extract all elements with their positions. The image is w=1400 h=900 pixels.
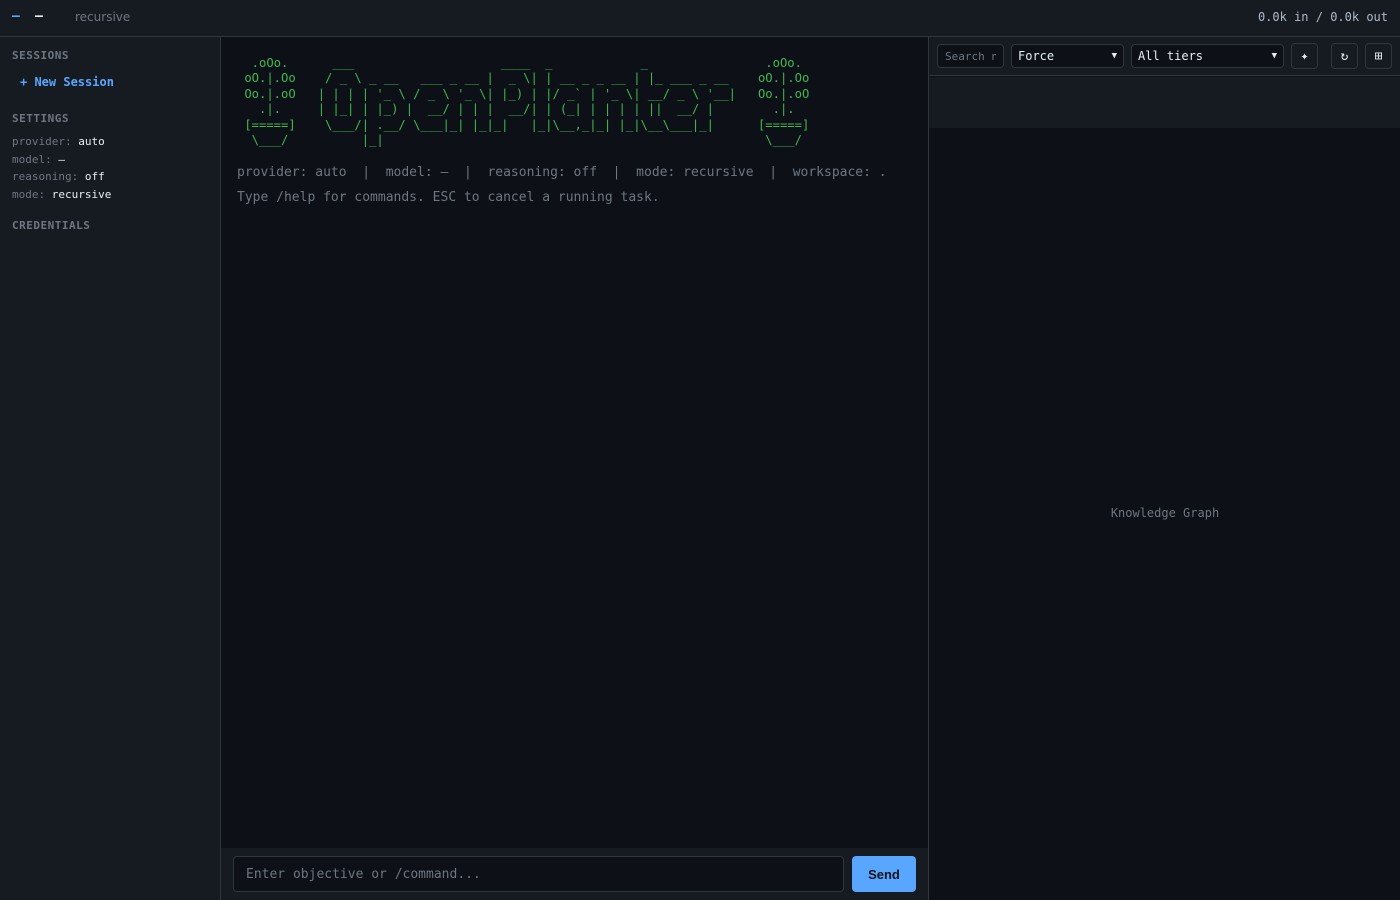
graph-toolbar: Force ▼ All tiers ▼ ✦ ↻ ⊞ xyxy=(929,37,1400,76)
sessions-header: SESSIONS xyxy=(12,49,69,62)
setting-reasoning-key: reasoning: xyxy=(12,170,79,183)
setting-model-key: model: xyxy=(12,153,52,166)
graph-placeholder: Knowledge Graph xyxy=(1110,506,1220,520)
setting-mode[interactable]: mode: recursive xyxy=(12,188,111,201)
knowledge-graph-panel: Force ▼ All tiers ▼ ✦ ↻ ⊞ Knowledge Grap… xyxy=(928,37,1400,900)
new-session-button[interactable]: + New Session xyxy=(20,75,114,89)
graph-search-input[interactable] xyxy=(937,44,1004,68)
chevron-down-icon: ▼ xyxy=(1111,51,1117,61)
setting-mode-value: recursive xyxy=(51,188,112,201)
session-status-line: provider: auto | model: – | reasoning: o… xyxy=(237,165,887,180)
chat-panel: .oOo. ___ ____ _ _ .oOo. oO.|.Oo / _ \ _… xyxy=(221,37,928,900)
refresh-icon: ↻ xyxy=(1340,48,1349,64)
sparkle-button[interactable]: ✦ xyxy=(1291,43,1318,69)
settings-header: SETTINGS xyxy=(12,112,69,125)
input-bar: Send xyxy=(221,848,928,900)
setting-reasoning[interactable]: reasoning: off xyxy=(12,170,105,183)
ascii-banner: .oOo. ___ ____ _ _ .oOo. oO.|.Oo / _ \ _… xyxy=(244,56,810,148)
tier-select-value: All tiers xyxy=(1138,49,1204,63)
graph-info-band xyxy=(929,77,1400,128)
setting-provider-value: auto xyxy=(78,135,105,148)
status-indicator-left: – xyxy=(12,9,20,24)
status-indicator-right: – xyxy=(35,9,43,24)
setting-provider-key: provider: xyxy=(12,135,72,148)
help-hint: Type /help for commands. ESC to cancel a… xyxy=(237,190,660,205)
token-counter: 0.0k in / 0.0k out xyxy=(1257,10,1388,24)
top-bar: – – recursive 0.0k in / 0.0k out xyxy=(0,0,1400,37)
mode-label: recursive xyxy=(75,10,131,24)
sparkle-icon: ✦ xyxy=(1300,48,1309,64)
setting-mode-key: mode: xyxy=(12,188,46,201)
grid-icon: ⊞ xyxy=(1374,48,1383,64)
credentials-header[interactable]: CREDENTIALS xyxy=(12,219,90,232)
setting-model-value: – xyxy=(58,153,65,166)
grid-button[interactable]: ⊞ xyxy=(1365,43,1392,69)
sidebar: SESSIONS + New Session SETTINGS provider… xyxy=(0,37,221,900)
setting-reasoning-value: off xyxy=(84,170,105,183)
chevron-down-icon: ▼ xyxy=(1271,51,1277,61)
send-button[interactable]: Send xyxy=(852,856,916,892)
layout-select-value: Force xyxy=(1018,49,1055,63)
setting-provider[interactable]: provider: auto xyxy=(12,135,105,148)
tier-select[interactable]: All tiers ▼ xyxy=(1131,44,1284,68)
setting-model[interactable]: model: – xyxy=(12,153,65,166)
layout-select[interactable]: Force ▼ xyxy=(1011,44,1124,68)
objective-input[interactable] xyxy=(233,856,844,892)
refresh-button[interactable]: ↻ xyxy=(1331,43,1358,69)
